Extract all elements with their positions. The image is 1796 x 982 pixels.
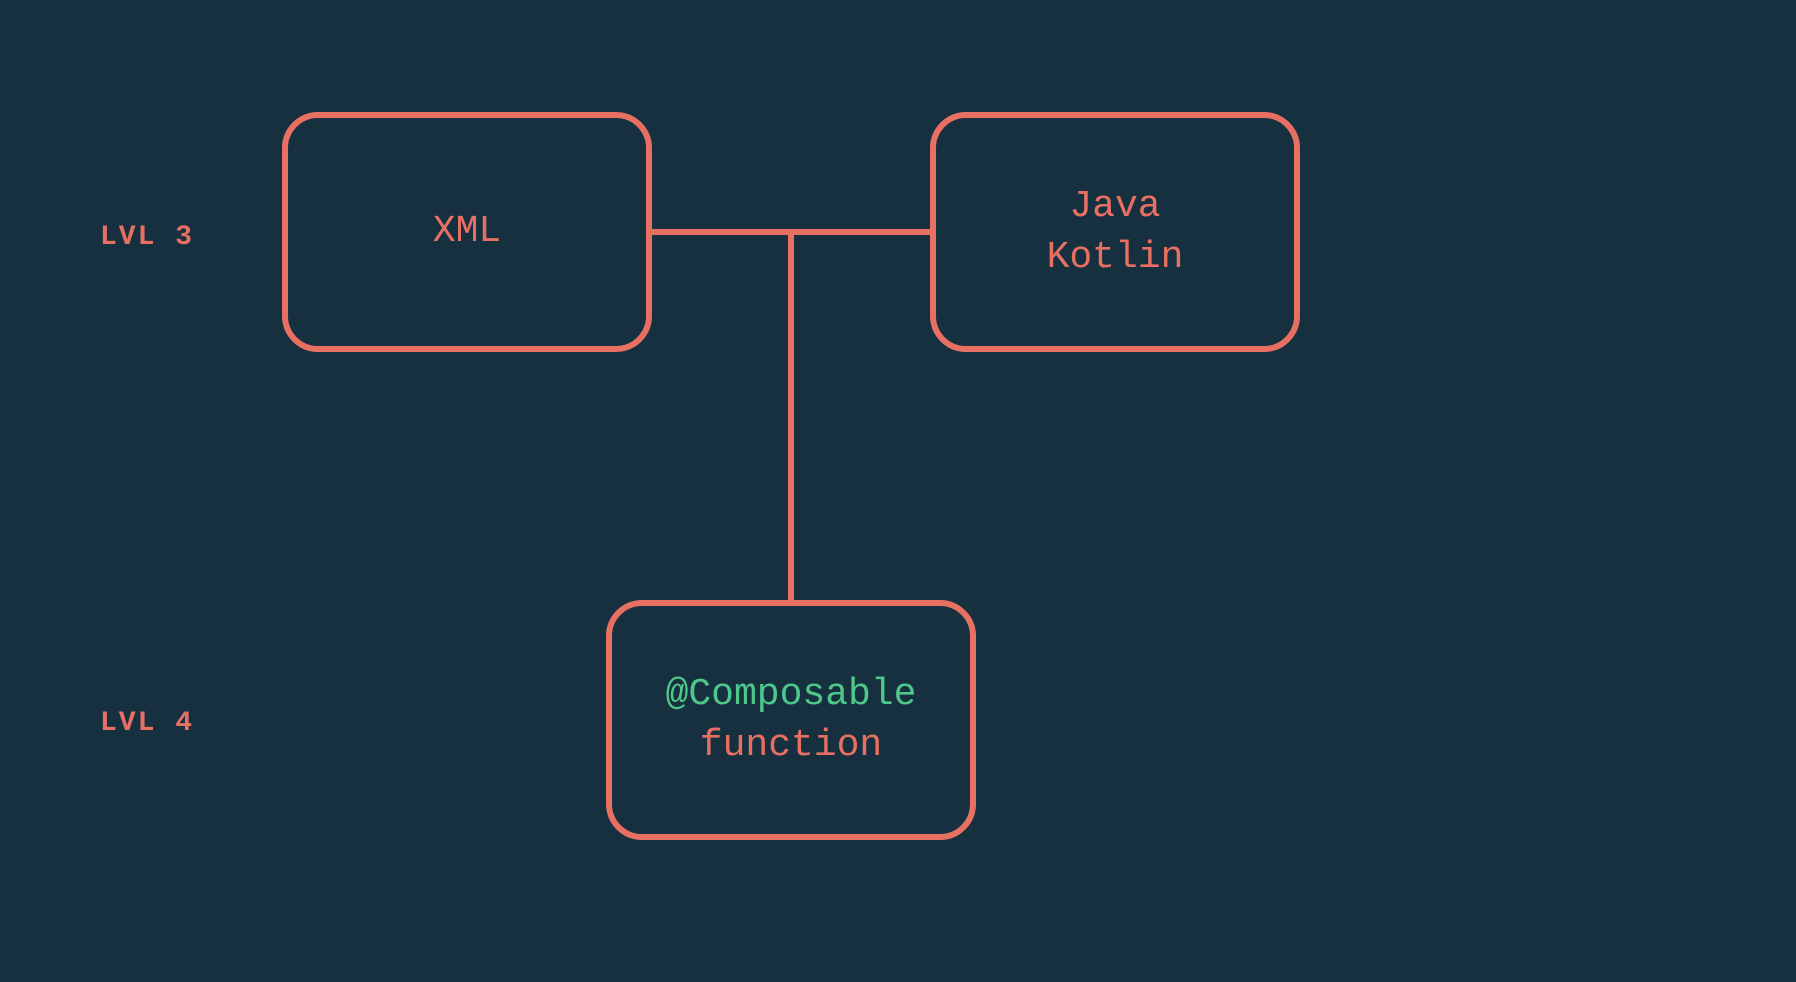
connector-vertical <box>788 229 794 600</box>
xml-node-text: XML <box>433 206 501 257</box>
kotlin-text: Kotlin <box>1047 232 1184 283</box>
java-text: Java <box>1069 181 1160 232</box>
java-kotlin-node: Java Kotlin <box>930 112 1300 352</box>
composable-annotation-text: @Composable <box>666 669 917 720</box>
composable-node: @Composable function <box>606 600 976 840</box>
level-4-label: LVL 4 <box>100 708 194 739</box>
xml-node: XML <box>282 112 652 352</box>
level-3-label: LVL 3 <box>100 222 194 253</box>
composable-function-text: function <box>700 720 882 771</box>
